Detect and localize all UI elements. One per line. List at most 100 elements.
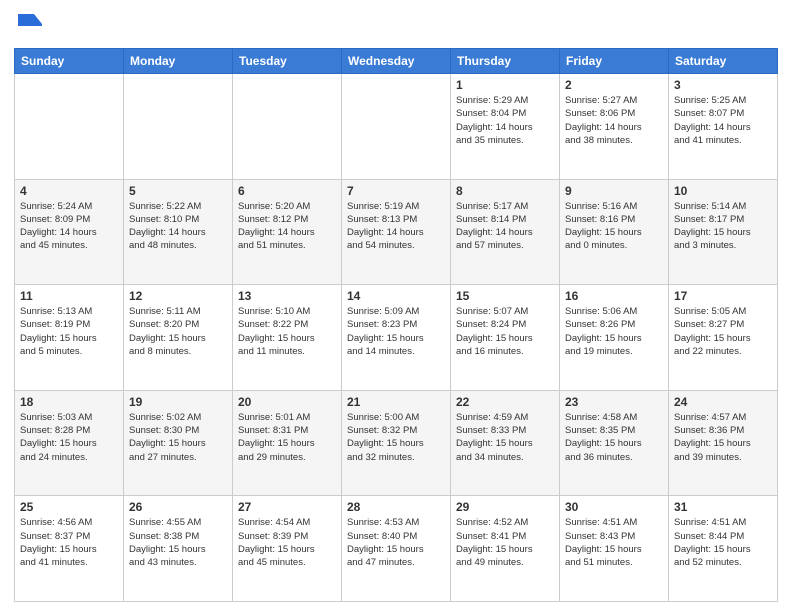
day-number: 17 <box>674 289 772 303</box>
day-info: Sunrise: 4:53 AM Sunset: 8:40 PM Dayligh… <box>347 516 445 569</box>
day-info: Sunrise: 5:07 AM Sunset: 8:24 PM Dayligh… <box>456 305 554 358</box>
calendar-cell: 2 Sunrise: 5:27 AM Sunset: 8:06 PM Daylig… <box>560 74 669 180</box>
day-info: Sunrise: 4:51 AM Sunset: 8:43 PM Dayligh… <box>565 516 663 569</box>
calendar-cell: 19Sunrise: 5:02 AM Sunset: 8:30 PM Dayli… <box>124 390 233 496</box>
calendar-cell: 28 Sunrise: 4:53 AM Sunset: 8:40 PM Dayli… <box>342 496 451 602</box>
calendar-cell <box>233 74 342 180</box>
weekday-header-saturday: Saturday <box>669 49 778 74</box>
calendar-cell <box>342 74 451 180</box>
day-info: Sunrise: 5:25 AM Sunset: 8:07 PM Dayligh… <box>674 94 772 147</box>
calendar-week-2: 4 Sunrise: 5:24 AM Sunset: 8:09 PM Daylig… <box>15 179 778 285</box>
day-number: 21 <box>347 395 445 409</box>
calendar-cell: 24 Sunrise: 4:57 AM Sunset: 8:36 PM Dayli… <box>669 390 778 496</box>
day-number: 27 <box>238 500 336 514</box>
calendar-cell: 30Sunrise: 4:51 AM Sunset: 8:43 PM Dayli… <box>560 496 669 602</box>
weekday-header-friday: Friday <box>560 49 669 74</box>
calendar-cell: 16Sunrise: 5:06 AM Sunset: 8:26 PM Dayli… <box>560 285 669 391</box>
calendar-cell: 31 Sunrise: 4:51 AM Sunset: 8:44 PM Dayli… <box>669 496 778 602</box>
header <box>14 10 778 40</box>
calendar-week-1: 1 Sunrise: 5:29 AM Sunset: 8:04 PM Daylig… <box>15 74 778 180</box>
calendar-cell: 18 Sunrise: 5:03 AM Sunset: 8:28 PM Dayli… <box>15 390 124 496</box>
day-info: Sunrise: 4:59 AM Sunset: 8:33 PM Dayligh… <box>456 411 554 464</box>
day-number: 14 <box>347 289 445 303</box>
day-info: Sunrise: 5:24 AM Sunset: 8:09 PM Dayligh… <box>20 200 118 253</box>
page: SundayMondayTuesdayWednesdayThursdayFrid… <box>0 0 792 612</box>
calendar-cell: 12 Sunrise: 5:11 AM Sunset: 8:20 PM Dayli… <box>124 285 233 391</box>
logo <box>14 10 48 40</box>
day-number: 6 <box>238 184 336 198</box>
day-number: 31 <box>674 500 772 514</box>
day-info: Sunrise: 4:52 AM Sunset: 8:41 PM Dayligh… <box>456 516 554 569</box>
calendar-cell: 6 Sunrise: 5:20 AM Sunset: 8:12 PM Daylig… <box>233 179 342 285</box>
day-info: Sunrise: 5:13 AM Sunset: 8:19 PM Dayligh… <box>20 305 118 358</box>
day-info: Sunrise: 5:11 AM Sunset: 8:20 PM Dayligh… <box>129 305 227 358</box>
day-info: Sunrise: 4:56 AM Sunset: 8:37 PM Dayligh… <box>20 516 118 569</box>
calendar-cell: 29 Sunrise: 4:52 AM Sunset: 8:41 PM Dayli… <box>451 496 560 602</box>
calendar-week-4: 18 Sunrise: 5:03 AM Sunset: 8:28 PM Dayli… <box>15 390 778 496</box>
calendar-week-3: 11 Sunrise: 5:13 AM Sunset: 8:19 PM Dayli… <box>15 285 778 391</box>
calendar-cell: 1 Sunrise: 5:29 AM Sunset: 8:04 PM Daylig… <box>451 74 560 180</box>
day-info: Sunrise: 4:55 AM Sunset: 8:38 PM Dayligh… <box>129 516 227 569</box>
day-number: 24 <box>674 395 772 409</box>
day-number: 8 <box>456 184 554 198</box>
day-number: 26 <box>129 500 227 514</box>
day-number: 12 <box>129 289 227 303</box>
day-number: 18 <box>20 395 118 409</box>
day-info: Sunrise: 5:05 AM Sunset: 8:27 PM Dayligh… <box>674 305 772 358</box>
day-info: Sunrise: 5:22 AM Sunset: 8:10 PM Dayligh… <box>129 200 227 253</box>
day-info: Sunrise: 5:17 AM Sunset: 8:14 PM Dayligh… <box>456 200 554 253</box>
calendar-header: SundayMondayTuesdayWednesdayThursdayFrid… <box>15 49 778 74</box>
day-number: 2 <box>565 78 663 92</box>
day-info: Sunrise: 4:54 AM Sunset: 8:39 PM Dayligh… <box>238 516 336 569</box>
calendar-cell: 21 Sunrise: 5:00 AM Sunset: 8:32 PM Dayli… <box>342 390 451 496</box>
day-number: 20 <box>238 395 336 409</box>
weekday-header-wednesday: Wednesday <box>342 49 451 74</box>
day-number: 15 <box>456 289 554 303</box>
day-info: Sunrise: 5:00 AM Sunset: 8:32 PM Dayligh… <box>347 411 445 464</box>
day-info: Sunrise: 5:16 AM Sunset: 8:16 PM Dayligh… <box>565 200 663 253</box>
day-number: 7 <box>347 184 445 198</box>
day-number: 28 <box>347 500 445 514</box>
day-info: Sunrise: 5:14 AM Sunset: 8:17 PM Dayligh… <box>674 200 772 253</box>
day-number: 11 <box>20 289 118 303</box>
calendar-cell: 7 Sunrise: 5:19 AM Sunset: 8:13 PM Daylig… <box>342 179 451 285</box>
day-info: Sunrise: 5:10 AM Sunset: 8:22 PM Dayligh… <box>238 305 336 358</box>
calendar-cell: 11 Sunrise: 5:13 AM Sunset: 8:19 PM Dayli… <box>15 285 124 391</box>
day-number: 3 <box>674 78 772 92</box>
day-number: 23 <box>565 395 663 409</box>
day-info: Sunrise: 5:03 AM Sunset: 8:28 PM Dayligh… <box>20 411 118 464</box>
weekday-row: SundayMondayTuesdayWednesdayThursdayFrid… <box>15 49 778 74</box>
calendar-cell: 25 Sunrise: 4:56 AM Sunset: 8:37 PM Dayli… <box>15 496 124 602</box>
calendar-body: 1 Sunrise: 5:29 AM Sunset: 8:04 PM Daylig… <box>15 74 778 602</box>
weekday-header-monday: Monday <box>124 49 233 74</box>
day-info: Sunrise: 4:57 AM Sunset: 8:36 PM Dayligh… <box>674 411 772 464</box>
day-number: 19 <box>129 395 227 409</box>
calendar-cell: 9 Sunrise: 5:16 AM Sunset: 8:16 PM Daylig… <box>560 179 669 285</box>
day-number: 4 <box>20 184 118 198</box>
calendar-cell: 23 Sunrise: 4:58 AM Sunset: 8:35 PM Dayli… <box>560 390 669 496</box>
calendar-cell <box>124 74 233 180</box>
day-info: Sunrise: 5:01 AM Sunset: 8:31 PM Dayligh… <box>238 411 336 464</box>
day-number: 1 <box>456 78 554 92</box>
day-number: 13 <box>238 289 336 303</box>
calendar-cell: 14 Sunrise: 5:09 AM Sunset: 8:23 PM Dayli… <box>342 285 451 391</box>
day-number: 9 <box>565 184 663 198</box>
calendar-cell: 17 Sunrise: 5:05 AM Sunset: 8:27 PM Dayli… <box>669 285 778 391</box>
calendar-cell: 3 Sunrise: 5:25 AM Sunset: 8:07 PM Daylig… <box>669 74 778 180</box>
day-info: Sunrise: 4:58 AM Sunset: 8:35 PM Dayligh… <box>565 411 663 464</box>
day-info: Sunrise: 4:51 AM Sunset: 8:44 PM Dayligh… <box>674 516 772 569</box>
day-number: 22 <box>456 395 554 409</box>
calendar-cell: 27 Sunrise: 4:54 AM Sunset: 8:39 PM Dayli… <box>233 496 342 602</box>
day-number: 25 <box>20 500 118 514</box>
calendar-cell: 15 Sunrise: 5:07 AM Sunset: 8:24 PM Dayli… <box>451 285 560 391</box>
day-info: Sunrise: 5:27 AM Sunset: 8:06 PM Dayligh… <box>565 94 663 147</box>
calendar-cell: 20 Sunrise: 5:01 AM Sunset: 8:31 PM Dayli… <box>233 390 342 496</box>
day-info: Sunrise: 5:29 AM Sunset: 8:04 PM Dayligh… <box>456 94 554 147</box>
day-info: Sunrise: 5:09 AM Sunset: 8:23 PM Dayligh… <box>347 305 445 358</box>
day-number: 29 <box>456 500 554 514</box>
logo-icon <box>14 10 44 40</box>
weekday-header-tuesday: Tuesday <box>233 49 342 74</box>
calendar-cell <box>15 74 124 180</box>
day-info: Sunrise: 5:19 AM Sunset: 8:13 PM Dayligh… <box>347 200 445 253</box>
day-info: Sunrise: 5:20 AM Sunset: 8:12 PM Dayligh… <box>238 200 336 253</box>
